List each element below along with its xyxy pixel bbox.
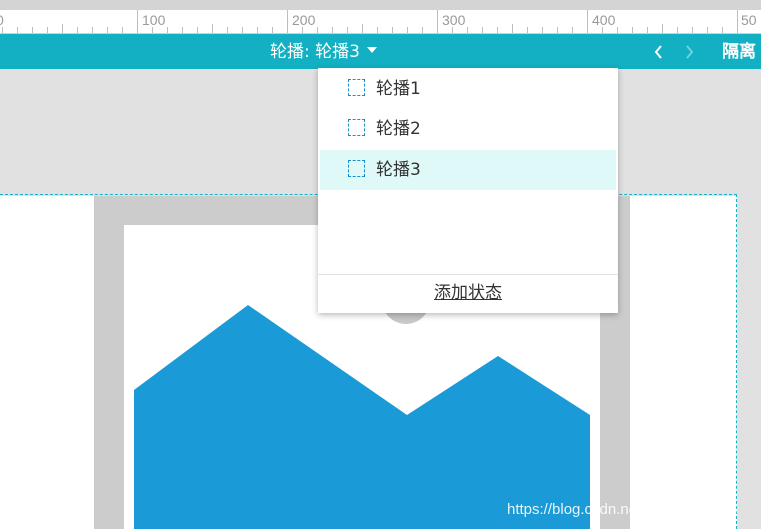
state-icon xyxy=(348,160,365,177)
watermark-text: https://blog.csdn.net/qq_47081253 xyxy=(507,501,738,518)
state-item-3[interactable]: 轮播3 xyxy=(320,150,616,190)
state-icon xyxy=(348,119,365,136)
state-item-1[interactable]: 轮播1 xyxy=(320,69,616,109)
dropdown-divider xyxy=(318,274,618,275)
mountain-shape xyxy=(134,305,590,529)
state-item-label: 轮播3 xyxy=(376,160,421,180)
state-item-label: 轮播2 xyxy=(376,119,421,139)
add-state-link[interactable]: 添加状态 xyxy=(318,282,618,304)
state-icon xyxy=(348,79,365,96)
state-dropdown-menu: 轮播1 轮播2 轮播3 添加状态 xyxy=(318,68,618,313)
state-item-2[interactable]: 轮播2 xyxy=(320,109,616,149)
state-item-label: 轮播1 xyxy=(376,79,421,99)
